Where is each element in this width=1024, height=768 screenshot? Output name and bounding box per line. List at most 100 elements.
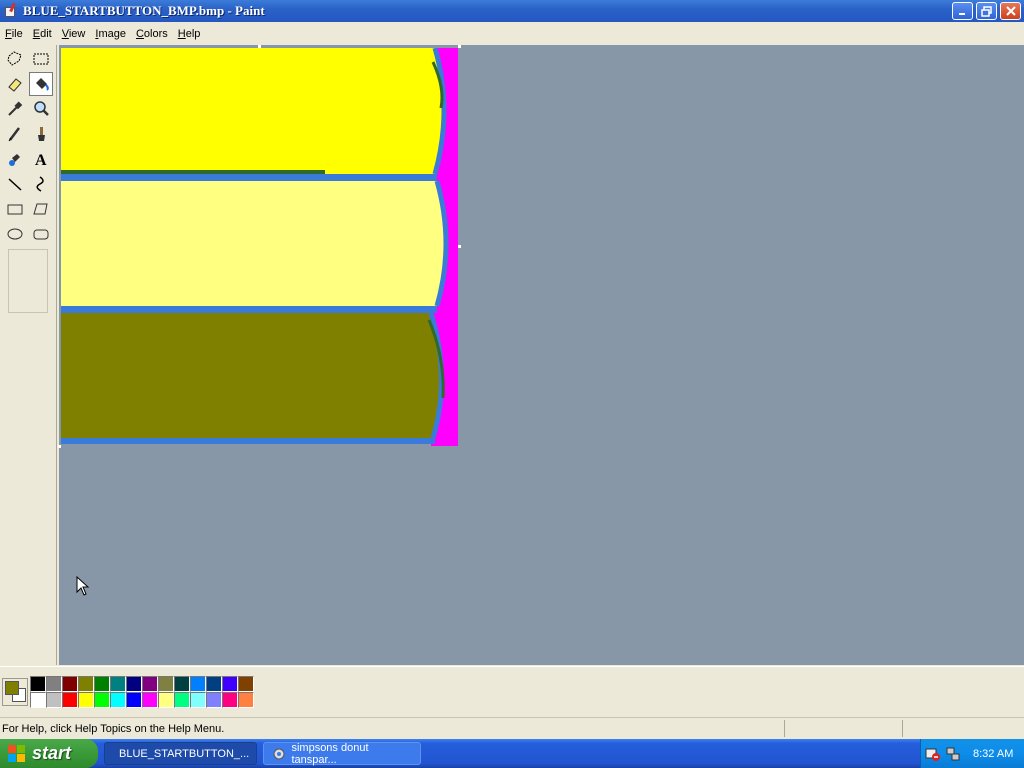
resize-handle-right[interactable] [458,245,461,248]
color-swatch[interactable] [46,676,62,692]
image-canvas[interactable] [58,45,461,448]
network-icon[interactable] [945,746,961,762]
menu-view[interactable]: View [57,28,91,40]
color-swatch[interactable] [94,676,110,692]
color-swatch[interactable] [78,692,94,708]
menu-edit[interactable]: Edit [28,28,57,40]
current-colors-indicator [2,678,28,706]
color-swatch[interactable] [190,692,206,708]
menu-help[interactable]: Help [173,28,206,40]
fill-with-color-tool[interactable] [29,72,53,96]
toolbox: A [0,45,57,665]
color-palette [0,666,1024,716]
select-tool[interactable] [29,47,53,71]
window-title: BLUE_STARTBUTTON_BMP.bmp - Paint [23,3,265,18]
free-form-select-icon [7,51,22,66]
taskbar-item-paint[interactable]: BLUE_STARTBUTTON_... [104,742,257,765]
paint-app-icon[interactable] [3,2,19,19]
color-swatch[interactable] [62,692,78,708]
color-swatch[interactable] [126,676,142,692]
blue-bottom-border [61,438,435,444]
security-alert-icon[interactable] [925,746,941,762]
start-button[interactable]: start [0,739,98,768]
bitmap-image [61,47,458,446]
color-swatch[interactable] [158,676,174,692]
clock: 8:32 AM [973,747,1014,760]
color-swatch-grid [30,676,254,708]
curve-tool[interactable] [29,172,53,196]
brush-icon [38,127,45,141]
color-swatch[interactable] [190,676,206,692]
color-swatch[interactable] [30,692,46,708]
pencil-tool[interactable] [3,122,27,146]
line-tool[interactable] [3,172,27,196]
blue-divider-1 [61,174,437,181]
magnifier-tool[interactable] [29,97,53,121]
resize-handle-top[interactable] [258,45,261,48]
minimize-button[interactable] [952,2,973,20]
pale-yellow-button-state [61,181,446,306]
color-swatch[interactable] [206,676,222,692]
color-swatch[interactable] [222,692,238,708]
color-swatch[interactable] [238,676,254,692]
color-swatch[interactable] [222,676,238,692]
color-swatch[interactable] [206,692,222,708]
color-swatch[interactable] [110,676,126,692]
free-form-select-tool[interactable] [3,47,27,71]
pick-color-icon [8,101,23,116]
menu-bar: File Edit View Image Colors Help [0,23,1024,44]
text-tool[interactable]: A [29,147,53,171]
eraser-tool[interactable] [3,72,27,96]
foreground-color [5,681,19,695]
color-swatch[interactable] [174,692,190,708]
pick-color-tool[interactable] [3,97,27,121]
close-icon [1005,6,1016,16]
ellipse-tool[interactable] [3,222,27,246]
color-swatch[interactable] [158,692,174,708]
taskbar-item-label: simpsons donut tanspar... [291,741,369,766]
rectangle-tool[interactable] [3,197,27,221]
color-swatch[interactable] [174,676,190,692]
color-swatch[interactable] [110,692,126,708]
menu-file[interactable]: File [0,28,28,40]
taskbar-item-donut[interactable]: simpsons donut tanspar... [263,741,421,766]
resize-handle-bottom-left[interactable] [58,445,61,448]
menu-colors[interactable]: Colors [131,28,173,40]
rounded-rectangle-icon [33,229,49,240]
ellipse-icon [7,228,23,240]
color-swatch[interactable] [142,692,158,708]
rectangle-icon [7,204,23,215]
system-tray: 8:32 AM [920,739,1024,768]
pencil-icon [8,127,20,142]
olive-button-state [61,313,442,438]
airbrush-icon [9,154,20,166]
color-swatch[interactable] [238,692,254,708]
polygon-tool[interactable] [29,197,53,221]
taskbar-item-label: BLUE_STARTBUTTON_... [119,747,250,760]
restore-button[interactable] [976,2,997,20]
curve-icon [36,176,44,192]
svg-text:A: A [35,152,47,168]
color-swatch[interactable] [46,692,62,708]
color-swatch[interactable] [30,676,46,692]
color-swatch[interactable] [142,676,158,692]
close-button[interactable] [1000,2,1021,20]
drawing-workspace [58,45,1024,665]
status-bar: For Help, click Help Topics on the Help … [0,717,1024,739]
menu-image[interactable]: Image [90,28,131,40]
airbrush-tool[interactable] [3,147,27,171]
tool-options-box[interactable] [8,249,48,313]
resize-handle-top-right[interactable] [458,45,461,48]
color-swatch[interactable] [94,692,110,708]
status-size-cell [902,720,1020,737]
fill-with-color-icon [36,78,49,91]
rounded-rectangle-tool[interactable] [29,222,53,246]
color-swatch[interactable] [78,676,94,692]
brush-tool[interactable] [29,122,53,146]
blue-divider-2 [61,306,437,313]
color-swatch[interactable] [126,692,142,708]
restore-icon [981,5,992,17]
color-swatch[interactable] [62,676,78,692]
title-bar[interactable]: BLUE_STARTBUTTON_BMP.bmp - Paint [0,0,1024,22]
status-help-text: For Help, click Help Topics on the Help … [2,723,225,735]
